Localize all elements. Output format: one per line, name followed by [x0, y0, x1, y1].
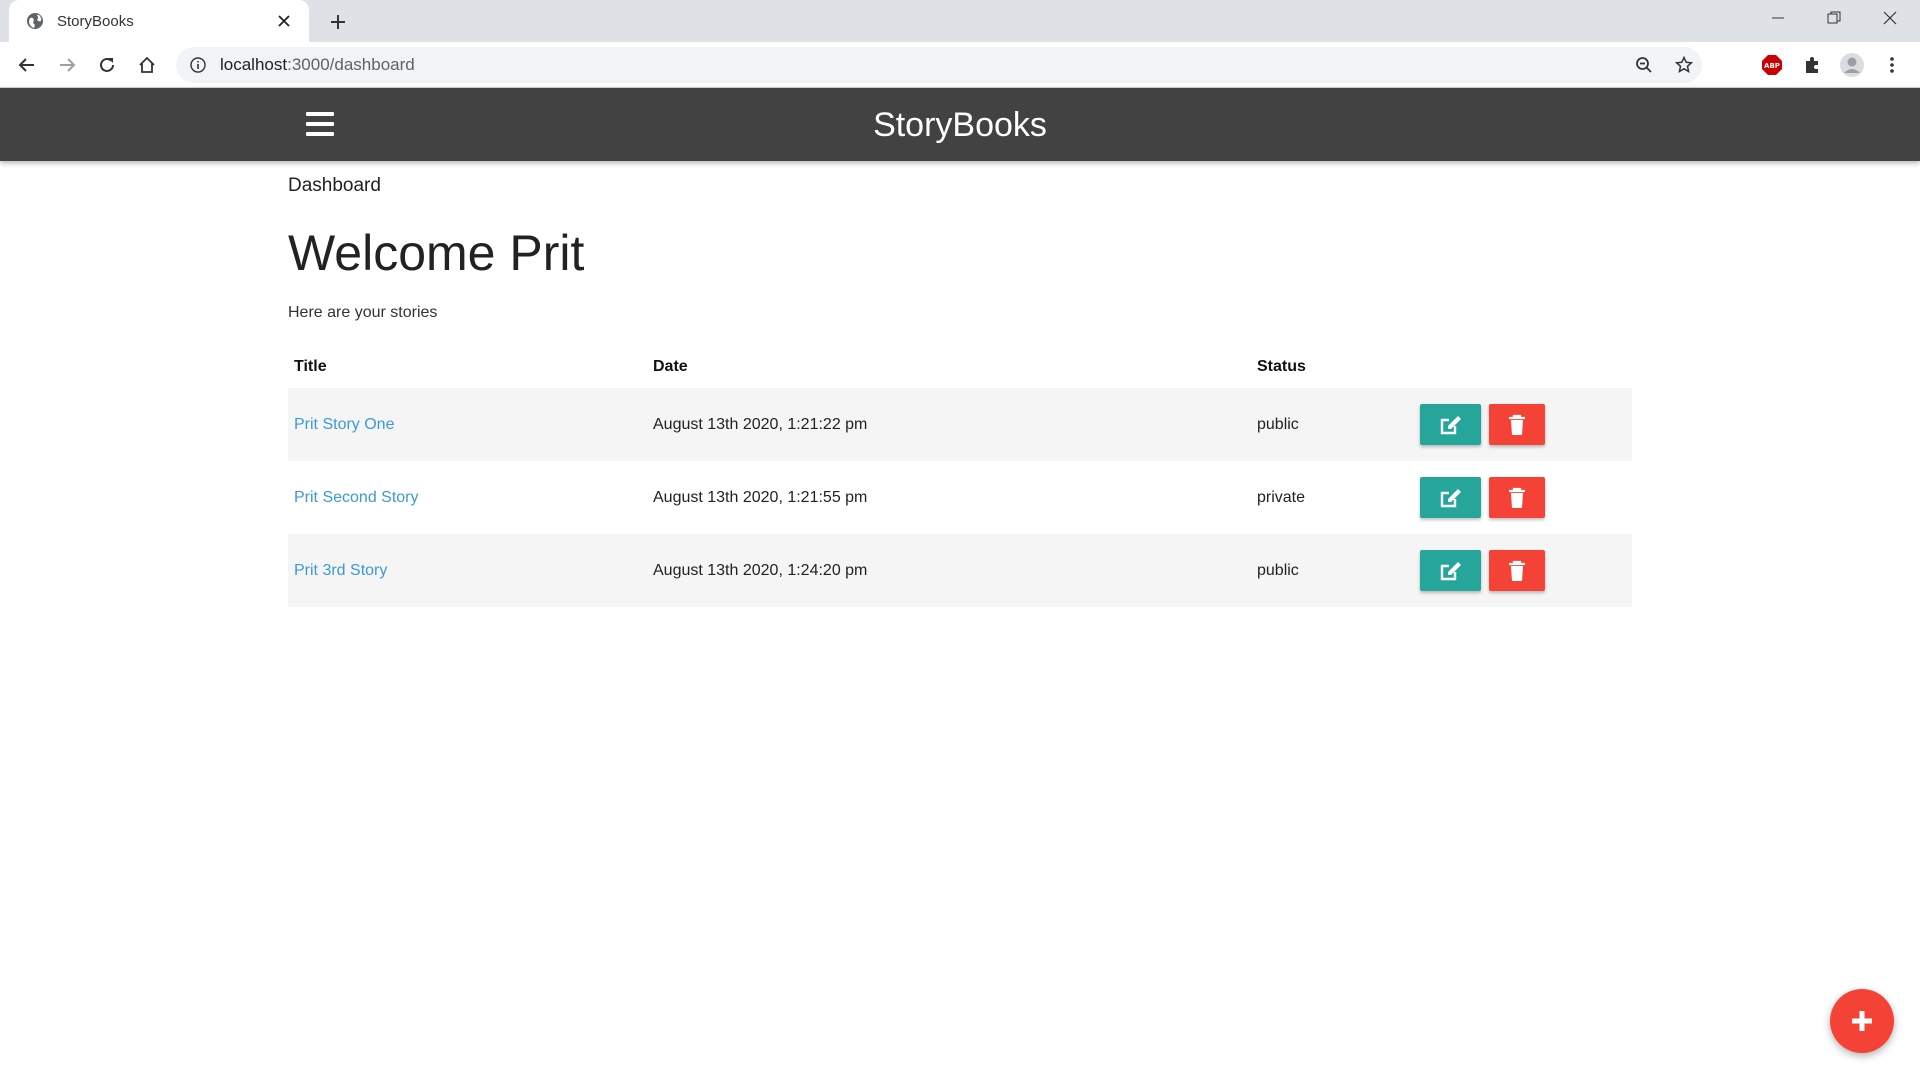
story-actions — [1414, 461, 1632, 534]
plus-icon — [1852, 1011, 1872, 1031]
browser-tab[interactable]: StoryBooks — [9, 0, 309, 42]
extensions-icon[interactable] — [1796, 49, 1828, 81]
story-date: August 13th 2020, 1:21:22 pm — [647, 388, 1251, 461]
trash-icon — [1509, 414, 1525, 435]
bookmark-star-icon[interactable] — [1668, 49, 1700, 81]
story-title-link[interactable]: Prit 3rd Story — [294, 562, 387, 579]
table-row: Prit Story One August 13th 2020, 1:21:22… — [288, 388, 1632, 461]
edit-icon — [1440, 415, 1461, 434]
story-status: private — [1257, 488, 1306, 506]
browser-tabstrip: StoryBooks — [0, 0, 1920, 42]
app-navbar: StoryBooks — [0, 88, 1920, 161]
delete-button[interactable] — [1489, 404, 1545, 445]
stories-table: Title Date Status Prit Story One August … — [288, 346, 1632, 607]
table-row: Prit 3rd Story August 13th 2020, 1:24:20… — [288, 534, 1632, 607]
edit-button[interactable] — [1420, 477, 1481, 518]
trash-icon — [1509, 487, 1525, 508]
info-icon[interactable] — [188, 55, 208, 75]
header-status: Status — [1257, 358, 1306, 375]
edit-button[interactable] — [1420, 404, 1481, 445]
story-status: public — [1251, 534, 1414, 607]
story-title-link[interactable]: Prit Second Story — [294, 489, 419, 506]
header-title: Title — [294, 358, 327, 375]
table-header-row: Title Date Status — [288, 346, 1632, 388]
breadcrumb: Dashboard — [288, 175, 381, 196]
story-date: August 13th 2020, 1:21:55 pm — [653, 488, 868, 506]
brand-logo[interactable]: StoryBooks — [0, 106, 1920, 145]
profile-avatar-icon[interactable] — [1836, 49, 1868, 81]
delete-button[interactable] — [1489, 477, 1545, 518]
story-actions — [1414, 534, 1632, 607]
edit-icon — [1440, 488, 1461, 507]
story-status: public — [1251, 388, 1414, 461]
reload-icon[interactable] — [91, 49, 123, 81]
story-actions — [1414, 388, 1632, 461]
header-actions — [1414, 346, 1632, 388]
trash-icon — [1509, 560, 1525, 581]
new-tab-button[interactable] — [324, 8, 352, 36]
globe-icon — [25, 11, 45, 31]
tab-title: StoryBooks — [57, 12, 134, 30]
add-story-button[interactable] — [1830, 989, 1894, 1053]
header-date: Date — [653, 358, 688, 375]
menu-kebab-icon[interactable] — [1876, 49, 1908, 81]
adblock-icon[interactable]: ABP — [1756, 49, 1788, 81]
story-title-link[interactable]: Prit Story One — [294, 416, 394, 433]
edit-icon — [1440, 561, 1461, 580]
close-icon[interactable] — [273, 10, 295, 32]
table-row: Prit Second Story August 13th 2020, 1:21… — [288, 461, 1632, 534]
back-icon[interactable] — [11, 49, 43, 81]
story-date: August 13th 2020, 1:24:20 pm — [647, 534, 1251, 607]
page-title: Welcome Prit — [288, 225, 585, 281]
address-bar[interactable]: localhost:3000/dashboard — [176, 47, 1702, 83]
window-close-icon[interactable] — [1862, 0, 1918, 36]
zoom-icon[interactable] — [1628, 49, 1660, 81]
home-icon[interactable] — [131, 49, 163, 81]
url-text: localhost:3000/dashboard — [220, 55, 415, 74]
minimize-icon[interactable] — [1750, 0, 1806, 36]
browser-toolbar: localhost:3000/dashboard ABP — [0, 42, 1920, 88]
svg-text:ABP: ABP — [1764, 62, 1780, 70]
restore-icon[interactable] — [1806, 0, 1862, 36]
edit-button[interactable] — [1420, 550, 1481, 591]
forward-icon[interactable] — [51, 49, 83, 81]
delete-button[interactable] — [1489, 550, 1545, 591]
page-subtitle: Here are your stories — [288, 304, 438, 321]
